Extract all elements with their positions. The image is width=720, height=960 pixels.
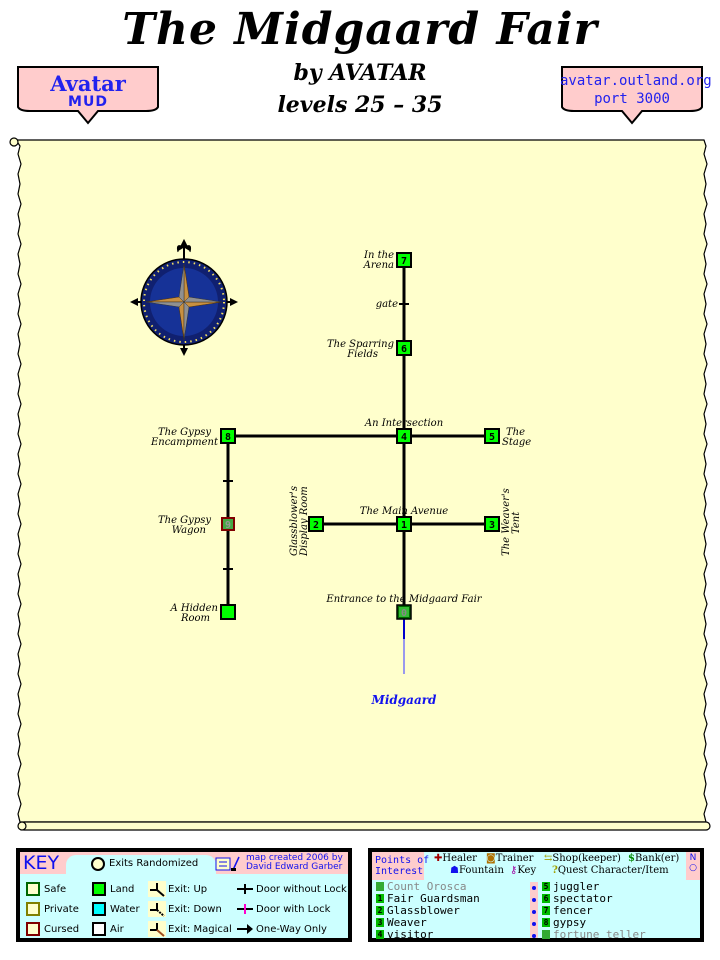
key-exit-magical: Exit: Magical — [168, 924, 232, 935]
key-exit-up: Exit: Up — [168, 884, 208, 895]
exit-label-midgaard: Midgaard — [371, 693, 437, 707]
north-arrow: ○ — [689, 863, 697, 873]
door-with-lock-icon — [237, 904, 253, 914]
scroll-roll-bottom — [19, 821, 711, 831]
key-safe: Safe — [44, 884, 67, 895]
poi-title-2: Interest — [375, 866, 424, 877]
poi-item: 9 fortune teller — [542, 928, 646, 941]
scroll-curl-top — [9, 137, 19, 147]
poi-title-1: Points of — [375, 855, 430, 866]
label-glassblower-2: Display Room — [299, 486, 310, 557]
room-intersection[interactable]: 4 — [396, 428, 412, 444]
fountain-icon: ☗ — [450, 865, 459, 876]
room-gypsy-encampment[interactable]: 8 — [220, 428, 236, 444]
server-port: port 3000 — [594, 91, 670, 107]
room-gypsy-wagon[interactable]: 9 — [221, 517, 235, 531]
land-swatch-icon — [92, 882, 106, 896]
poi-item: 4 visitor — [376, 928, 434, 941]
label-main-avenue: The Main Avenue — [360, 506, 448, 517]
key-exits-randomized: Exits Randomized — [109, 858, 199, 869]
legend-key: Key — [517, 865, 537, 876]
water-swatch-icon — [92, 902, 106, 916]
key-title: KEY — [23, 852, 60, 874]
label-arena-2: Arena — [363, 260, 394, 271]
legend-fountain: Fountain — [458, 865, 504, 876]
label-stage-2: Stage — [502, 437, 531, 448]
label-intersection: An Intersection — [364, 418, 443, 429]
legend-healer: Healer — [442, 853, 477, 864]
parchment-body — [14, 139, 708, 823]
room-main-avenue[interactable]: 1 — [396, 516, 412, 532]
legend-quest: Quest Character/Item — [557, 865, 669, 876]
one-way-arrow-icon — [237, 924, 253, 934]
exit-down-icon — [148, 901, 166, 917]
room-weavers-tent[interactable]: 3 — [484, 516, 500, 532]
badge-avatar-text: Avatar — [50, 71, 126, 96]
points-of-interest: Points of Interest ✚Healer ◙Trainer ⇆Sho… — [368, 848, 704, 942]
exit-magical-icon — [148, 921, 166, 937]
room-number: 9 — [225, 520, 231, 531]
room-glassblower-display[interactable]: 2 — [308, 516, 324, 532]
key-door-without-lock: Door without Lock — [256, 884, 347, 895]
room-arena[interactable]: 7 — [396, 252, 412, 268]
room-number: 4 — [401, 432, 407, 443]
badge-mud-text: MUD — [68, 94, 108, 110]
room-stage[interactable]: 5 — [484, 428, 500, 444]
room-number: 1 — [401, 520, 407, 531]
poi-column-divider — [530, 882, 538, 938]
label-wagon-2: Wagon — [172, 525, 206, 536]
map-canvas: 7 6 4 5 8 1 2 3 9 0 In the Arena gate Th… — [9, 137, 711, 831]
exits-randomized-icon — [91, 857, 105, 871]
safe-swatch-icon — [26, 882, 40, 896]
label-hidden-2: Room — [180, 613, 210, 624]
bank-icon: $ — [628, 853, 635, 864]
avatar-mud-badge: Avatar MUD — [16, 65, 160, 125]
credit-line-2: David Edward Garber — [246, 862, 343, 872]
server-host: avatar.outland.org — [560, 73, 712, 89]
scroll-curl-bottom — [17, 821, 27, 831]
map-title: The Midgaard Fair — [122, 4, 598, 55]
north-label: N — [689, 853, 697, 863]
scroll-quill-icon — [215, 856, 240, 871]
room-hidden-room[interactable] — [220, 604, 236, 620]
north-compass-icon: N ○ — [688, 853, 698, 873]
legend-shop: Shop(keeper) — [552, 853, 621, 864]
label-entrance: Entrance to the Midgaard Fair — [325, 594, 482, 605]
room-entrance[interactable]: 0 — [396, 604, 412, 620]
legend-bank: Bank(er) — [634, 853, 680, 864]
room-number: 6 — [401, 344, 407, 355]
key-cursed: Cursed — [44, 924, 80, 935]
room-number: 2 — [313, 520, 319, 531]
key-private: Private — [44, 904, 79, 915]
room-number: 7 — [401, 256, 407, 267]
key-one-way: One-Way Only — [256, 924, 327, 935]
label-encampment-2: Encampment — [150, 437, 219, 448]
map-key: KEY Exits Randomized map created 2006 by… — [16, 848, 352, 942]
key-exit-down: Exit: Down — [168, 904, 222, 915]
label-gate: gate — [376, 299, 398, 310]
air-swatch-icon — [92, 922, 106, 936]
key-air: Air — [110, 924, 124, 935]
room-sparring-fields[interactable]: 6 — [396, 340, 412, 356]
room-number: 3 — [489, 520, 495, 531]
key-water: Water — [110, 904, 140, 915]
server-address-badge: avatar.outland.org port 3000 — [560, 65, 712, 125]
trainer-icon: ◙ — [486, 853, 496, 864]
room-number: 0 — [401, 608, 407, 619]
label-weaver-2: Tent — [511, 511, 522, 534]
room-number: 8 — [225, 432, 231, 443]
legend-trainer: Trainer — [495, 853, 534, 864]
door-no-lock-icon — [237, 884, 253, 894]
label-sparring-2: Fields — [346, 349, 378, 360]
private-swatch-icon — [26, 902, 40, 916]
cursed-swatch-icon — [26, 922, 40, 936]
key-land: Land — [110, 884, 135, 895]
room-number: 5 — [489, 432, 495, 443]
exit-up-icon — [148, 881, 166, 897]
key-door-with-lock: Door with Lock — [256, 904, 331, 915]
